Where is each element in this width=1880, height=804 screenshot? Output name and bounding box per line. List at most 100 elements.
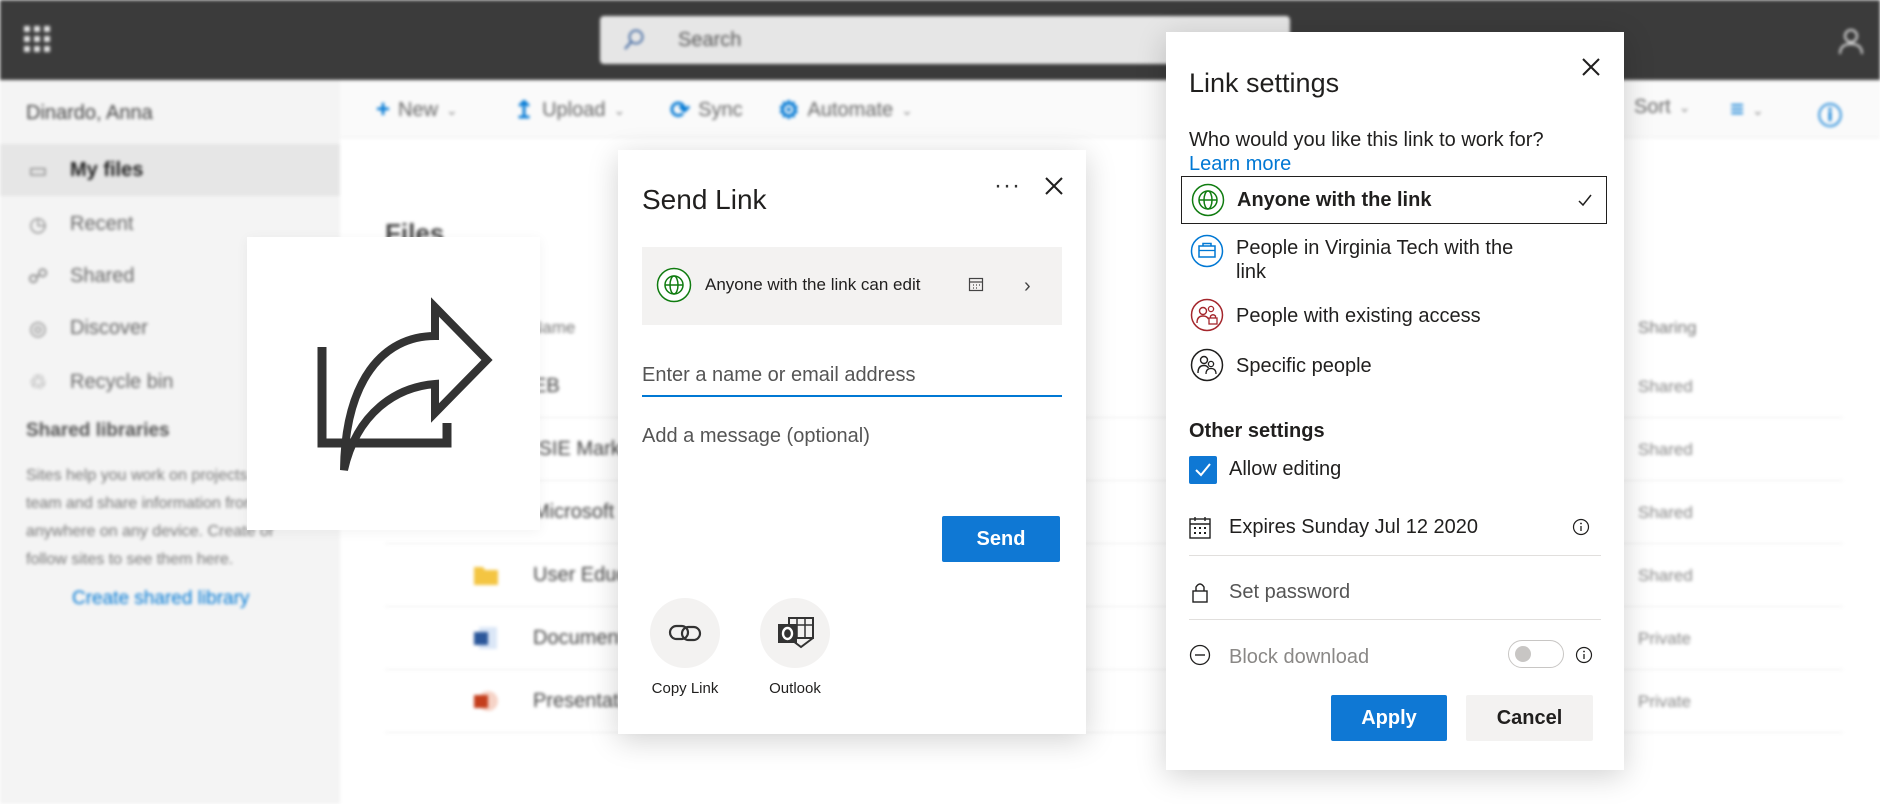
sort-button[interactable]: Sort ⌄	[1634, 96, 1690, 119]
sharing-status: Private	[1638, 692, 1691, 711]
share-icon	[317, 297, 493, 471]
file-name: Microsoft	[533, 501, 615, 523]
link-settings-panel: Link settings Who would you like this li…	[1166, 32, 1624, 770]
lock-icon	[1192, 583, 1208, 603]
expiration-text: Expires Sunday Jul 12 2020	[1229, 516, 1479, 538]
chevron-down-icon: ⌄	[901, 102, 913, 118]
plus-icon: +	[376, 96, 391, 123]
table-row[interactable]: ISIE Marketing Shared	[385, 418, 1843, 481]
learn-more-link[interactable]: Learn more	[1189, 153, 1291, 175]
profile-icon[interactable]	[1836, 26, 1866, 56]
sharing-status: Private	[1638, 629, 1691, 648]
organization-icon	[1190, 234, 1224, 268]
new-label: New	[398, 98, 439, 121]
sync-label: Sync	[698, 99, 743, 121]
option-organization-with-link[interactable]: People in Virginia Tech with the link	[1181, 232, 1607, 292]
close-icon[interactable]	[1580, 56, 1602, 78]
info-icon[interactable]	[1572, 518, 1590, 536]
cancel-button[interactable]: Cancel	[1466, 695, 1593, 741]
info-icon[interactable]	[1575, 646, 1593, 664]
command-bar: + New ⌄ ↥ Upload ⌄ ⟳ Sync ⚙ Automate ⌄ Sort ⌄ ≡ ⌄…	[340, 80, 1880, 138]
upload-icon: ↥	[514, 97, 535, 124]
sharing-status: Shared	[1638, 440, 1693, 459]
allow-editing-label: Allow editing	[1229, 458, 1342, 480]
new-button[interactable]: + New ⌄	[376, 96, 458, 124]
nav-label: My files	[70, 158, 144, 181]
search-icon	[624, 29, 644, 50]
more-options-icon[interactable]: ···	[994, 172, 1021, 200]
option-existing-access[interactable]: People with existing access	[1181, 296, 1607, 336]
nav-label: Shared	[70, 264, 135, 287]
outlook-button[interactable]	[760, 598, 830, 668]
send-button[interactable]: Send	[942, 516, 1060, 562]
option-specific-people[interactable]: Specific people	[1181, 346, 1607, 386]
outlook-label: Outlook	[769, 680, 821, 697]
chevron-down-icon: ⌄	[446, 101, 458, 118]
recycle-bin-icon: ♲	[29, 371, 47, 394]
sync-icon: ⟳	[670, 97, 691, 124]
option-anyone-with-link[interactable]: Anyone with the link	[1181, 176, 1607, 224]
share-icon-tile	[247, 237, 540, 530]
sharing-status: Shared	[1638, 503, 1693, 522]
create-shared-library-link[interactable]: Create shared library	[72, 588, 249, 610]
password-input[interactable]	[1229, 574, 1589, 610]
folder-icon	[474, 567, 498, 585]
block-download-label: Block download	[1229, 646, 1370, 668]
question-text: Who would you like this link to work for…	[1189, 129, 1544, 151]
table-row[interactable]: EB Shared	[385, 355, 1843, 418]
sort-label: Sort	[1634, 96, 1671, 118]
message-input[interactable]	[642, 425, 1062, 495]
expiration-date-row[interactable]: Expires Sunday Jul 12 2020	[1189, 500, 1601, 556]
existing-access-icon	[1190, 298, 1224, 332]
app-launcher-icon[interactable]	[24, 26, 50, 52]
block-icon	[1189, 644, 1211, 666]
close-icon[interactable]	[1042, 174, 1066, 198]
chevron-down-icon: ⌄	[613, 102, 626, 118]
option-label: Anyone with the link	[1237, 189, 1432, 211]
copy-link-label: Copy Link	[651, 680, 719, 697]
powerpoint-icon	[474, 691, 498, 711]
link-permission-selector[interactable]: Anyone with the link can edit ›	[642, 247, 1062, 325]
globe-icon	[1191, 183, 1225, 217]
apply-button[interactable]: Apply	[1331, 695, 1447, 741]
link-permission-text: Anyone with the link can edit	[705, 275, 921, 294]
outlook-icon	[778, 617, 814, 649]
table-row[interactable]: Microsoft Shared	[385, 481, 1843, 544]
upload-label: Upload	[542, 99, 606, 121]
search-placeholder: Search	[678, 29, 742, 51]
chevron-right-icon: ›	[1024, 275, 1031, 297]
automate-button[interactable]: ⚙ Automate ⌄	[778, 96, 913, 125]
chevron-down-icon: ⌄	[1752, 101, 1764, 118]
discover-icon: ◎	[29, 317, 47, 340]
folder-icon: ▭	[28, 159, 48, 182]
allow-editing-checkbox[interactable]	[1189, 456, 1217, 484]
info-button[interactable]: ⓘ	[1818, 96, 1842, 131]
column-header-sharing[interactable]: Sharing	[1638, 318, 1697, 338]
recipient-input[interactable]	[642, 355, 1062, 397]
upload-button[interactable]: ↥ Upload ⌄	[514, 96, 625, 125]
block-download-toggle[interactable]	[1508, 640, 1564, 668]
view-options-icon: ≡	[1730, 96, 1745, 123]
chevron-down-icon: ⌄	[1678, 99, 1691, 115]
other-settings-heading: Other settings	[1189, 420, 1325, 442]
option-label: People in Virginia Tech with the link	[1236, 237, 1514, 283]
panel-title: Link settings	[1189, 68, 1340, 98]
view-options-button[interactable]: ≡ ⌄	[1730, 96, 1764, 124]
automate-icon: ⚙	[778, 97, 800, 124]
copy-link-button[interactable]	[650, 598, 720, 668]
calendar-icon	[968, 277, 984, 292]
table-row[interactable]: Presentation Private	[385, 670, 1843, 733]
link-icon	[668, 624, 702, 642]
sync-button[interactable]: ⟳ Sync	[670, 96, 743, 125]
option-label: People with existing access	[1236, 305, 1481, 327]
table-row[interactable]: User Education Shared	[385, 544, 1843, 607]
user-name: Dinardo, Anna	[26, 102, 153, 124]
nav-label: Recent	[70, 212, 134, 235]
table-row[interactable]: Document Private	[385, 607, 1843, 670]
checkmark-icon	[1195, 463, 1211, 477]
people-icon: ☍	[27, 265, 49, 288]
link-scope-question: Who would you like this link to work for…	[1189, 128, 1569, 176]
nav-my-files[interactable]: ▭ My files	[0, 144, 340, 196]
automate-label: Automate	[807, 99, 894, 121]
toggle-knob	[1515, 646, 1531, 662]
